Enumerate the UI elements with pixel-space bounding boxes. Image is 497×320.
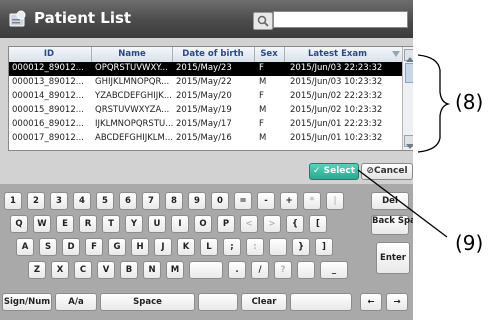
callout-8: (8) [455,90,484,114]
callout-lines [357,54,451,238]
callout-9: (9) [455,231,484,255]
